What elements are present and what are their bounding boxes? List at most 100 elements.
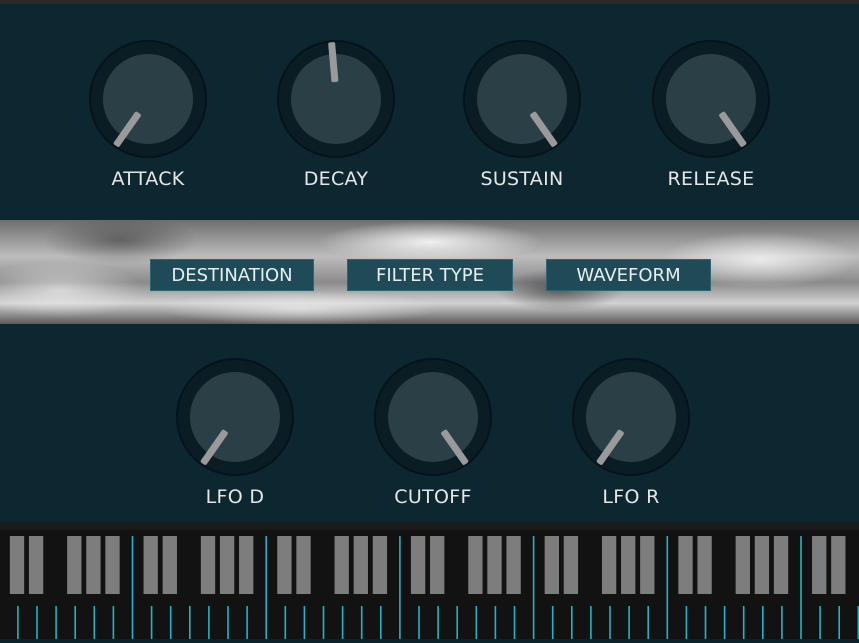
black-key[interactable] bbox=[564, 536, 578, 594]
white-key-divider bbox=[819, 606, 821, 639]
black-key[interactable] bbox=[239, 536, 253, 594]
black-key[interactable] bbox=[10, 536, 24, 594]
white-key-divider bbox=[647, 606, 649, 639]
decay-control: DECAY bbox=[271, 40, 401, 190]
white-key-divider bbox=[724, 606, 726, 639]
keyboard-keys[interactable] bbox=[0, 530, 859, 639]
black-key[interactable] bbox=[354, 536, 368, 594]
cloud-banner: DESTINATION FILTER TYPE WAVEFORM bbox=[0, 220, 859, 324]
white-key-divider bbox=[361, 606, 363, 639]
white-key-divider bbox=[227, 606, 229, 639]
sustain-control: SUSTAIN bbox=[457, 40, 587, 190]
white-key-divider bbox=[323, 606, 325, 639]
black-key[interactable] bbox=[144, 536, 158, 594]
black-key[interactable] bbox=[697, 536, 711, 594]
release-control: RELEASE bbox=[646, 40, 776, 190]
white-key-divider bbox=[342, 606, 344, 639]
lfo-r-label: LFO R bbox=[566, 486, 696, 508]
black-key[interactable] bbox=[296, 536, 310, 594]
white-key-divider bbox=[189, 606, 191, 639]
black-key[interactable] bbox=[487, 536, 501, 594]
black-key[interactable] bbox=[411, 536, 425, 594]
white-key-divider bbox=[590, 606, 592, 639]
white-key-divider bbox=[705, 606, 707, 639]
lfo-d-label: LFO D bbox=[170, 486, 300, 508]
release-label: RELEASE bbox=[646, 168, 776, 190]
white-key-divider bbox=[781, 606, 783, 639]
black-key[interactable] bbox=[105, 536, 119, 594]
black-key[interactable] bbox=[468, 536, 482, 594]
black-key[interactable] bbox=[335, 536, 349, 594]
destination-selector[interactable]: DESTINATION bbox=[150, 259, 314, 291]
lfo-r-knob[interactable] bbox=[572, 358, 690, 476]
black-key[interactable] bbox=[163, 536, 177, 594]
black-key[interactable] bbox=[812, 536, 826, 594]
white-key-divider bbox=[437, 606, 439, 639]
cutoff-label: CUTOFF bbox=[368, 486, 498, 508]
envelope-panel: ATTACK DECAY SUSTAIN RELEASE bbox=[0, 4, 859, 220]
white-key-divider bbox=[838, 606, 840, 639]
sustain-knob[interactable] bbox=[463, 40, 581, 158]
black-key[interactable] bbox=[678, 536, 692, 594]
white-key-divider bbox=[571, 606, 573, 639]
lfo-d-control: LFO D bbox=[170, 358, 300, 508]
white-key-divider bbox=[495, 606, 497, 639]
white-key-divider bbox=[208, 606, 210, 639]
modulation-panel: LFO D CUTOFF LFO R bbox=[0, 324, 859, 522]
black-key[interactable] bbox=[201, 536, 215, 594]
black-key[interactable] bbox=[430, 536, 444, 594]
white-key-divider bbox=[36, 606, 38, 639]
white-key-divider bbox=[628, 606, 630, 639]
black-key[interactable] bbox=[277, 536, 291, 594]
black-key[interactable] bbox=[774, 536, 788, 594]
black-key[interactable] bbox=[640, 536, 654, 594]
white-key-divider bbox=[170, 606, 172, 639]
black-key[interactable] bbox=[86, 536, 100, 594]
black-key[interactable] bbox=[373, 536, 387, 594]
white-key-divider bbox=[246, 606, 248, 639]
black-key[interactable] bbox=[736, 536, 750, 594]
lfo-r-control: LFO R bbox=[566, 358, 696, 508]
white-key-divider bbox=[418, 606, 420, 639]
keyboard-bed bbox=[0, 530, 859, 639]
piano-keyboard[interactable] bbox=[0, 522, 859, 639]
octave-divider bbox=[800, 536, 802, 639]
white-key-divider bbox=[456, 606, 458, 639]
lfo-d-knob[interactable] bbox=[176, 358, 294, 476]
white-key-divider bbox=[285, 606, 287, 639]
white-key-divider bbox=[304, 606, 306, 639]
attack-control: ATTACK bbox=[83, 40, 213, 190]
white-key-divider bbox=[514, 606, 516, 639]
white-key-divider bbox=[55, 606, 57, 639]
white-key-divider bbox=[94, 606, 96, 639]
white-key-divider bbox=[552, 606, 554, 639]
octave-divider bbox=[667, 536, 669, 639]
sustain-label: SUSTAIN bbox=[457, 168, 587, 190]
waveform-selector[interactable]: WAVEFORM bbox=[546, 259, 711, 291]
black-key[interactable] bbox=[602, 536, 616, 594]
white-key-divider bbox=[476, 606, 478, 639]
release-knob[interactable] bbox=[652, 40, 770, 158]
black-key[interactable] bbox=[67, 536, 81, 594]
white-key-divider bbox=[74, 606, 76, 639]
octave-divider bbox=[265, 536, 267, 639]
black-key[interactable] bbox=[755, 536, 769, 594]
attack-knob[interactable] bbox=[89, 40, 207, 158]
black-key[interactable] bbox=[29, 536, 43, 594]
decay-label: DECAY bbox=[271, 168, 401, 190]
black-key[interactable] bbox=[621, 536, 635, 594]
white-key-divider bbox=[686, 606, 688, 639]
white-key-divider bbox=[762, 606, 764, 639]
white-key-divider bbox=[151, 606, 153, 639]
octave-divider bbox=[533, 536, 535, 639]
black-key[interactable] bbox=[831, 536, 845, 594]
filter-type-selector[interactable]: FILTER TYPE bbox=[347, 259, 513, 291]
cutoff-control: CUTOFF bbox=[368, 358, 498, 508]
black-key[interactable] bbox=[545, 536, 559, 594]
cutoff-knob[interactable] bbox=[374, 358, 492, 476]
decay-knob[interactable] bbox=[277, 40, 395, 158]
black-key[interactable] bbox=[220, 536, 234, 594]
black-key[interactable] bbox=[506, 536, 520, 594]
octave-divider bbox=[132, 536, 134, 639]
octave-divider bbox=[399, 536, 401, 639]
